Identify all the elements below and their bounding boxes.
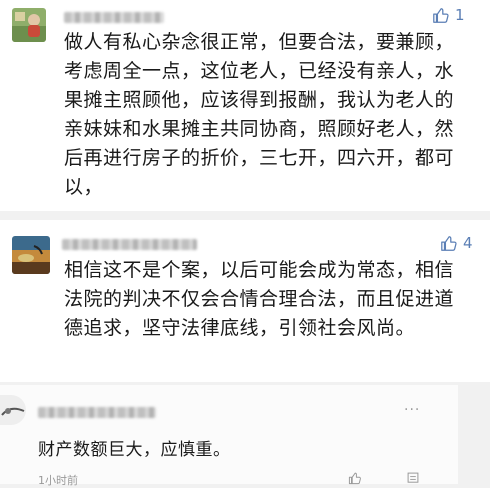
avatar[interactable] <box>12 8 46 42</box>
comment-text: 相信这不是个案，以后可能会成为常态，相信法院的判决不仅会合情合理合法，而且促进道… <box>64 259 455 339</box>
username[interactable] <box>62 239 197 250</box>
comment-card: 1 做人有私心杂念很正常，但要合法，要兼顾，考虑周全一点，这位老人，已经没有亲人… <box>0 0 490 211</box>
comment-text: 做人有私心杂念很正常，但要合法，要兼顾，考虑周全一点，这位老人，已经没有亲人，水… <box>64 31 455 198</box>
more-icon[interactable]: ··· <box>404 402 420 418</box>
like-count: 1 <box>455 6 465 24</box>
comment-text: 财产数额巨大，应慎重。 <box>38 440 231 460</box>
thumb-up-icon[interactable] <box>348 471 362 485</box>
thumb-up-icon <box>433 8 449 23</box>
comment-card: 4 相信这不是个案，以后可能会成为常态，相信法院的判决不仅会合情合理合法，而且促… <box>0 220 490 382</box>
username[interactable] <box>64 12 164 23</box>
like-button[interactable]: 1 <box>432 6 465 24</box>
like-count: 4 <box>463 234 473 252</box>
avatar[interactable] <box>12 236 50 274</box>
like-button[interactable]: 4 <box>440 234 473 252</box>
username[interactable] <box>38 407 156 418</box>
reply-icon[interactable] <box>406 471 420 485</box>
comment-card: ··· 财产数额巨大，应慎重。 1小时前 <box>0 385 458 487</box>
avatar[interactable] <box>0 395 26 425</box>
thumb-up-icon <box>441 236 457 251</box>
timestamp: 1小时前 <box>38 474 78 487</box>
